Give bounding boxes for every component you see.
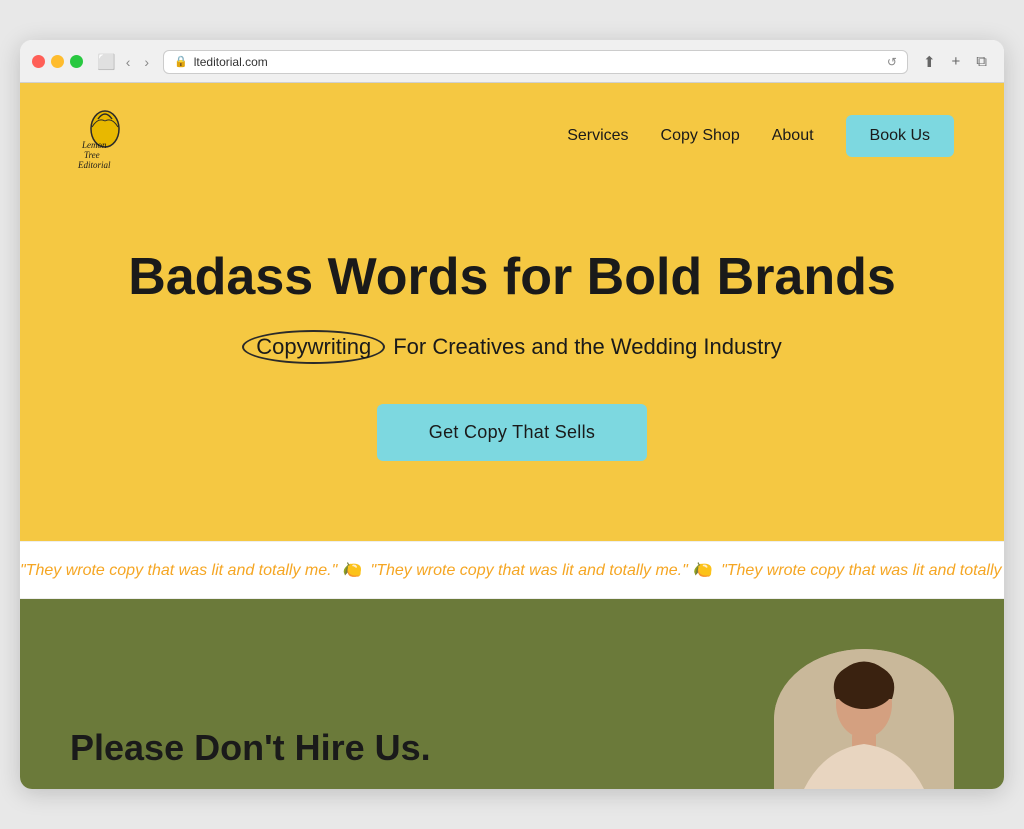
browser-actions: ⬆ + ⧉ bbox=[918, 51, 992, 73]
hero-section: Badass Words for Bold Brands Copywriting… bbox=[20, 189, 1004, 541]
tabs-button[interactable]: ⧉ bbox=[971, 51, 992, 72]
green-section: Please Don't Hire Us. bbox=[20, 599, 1004, 789]
new-tab-button[interactable]: + bbox=[947, 51, 966, 72]
marquee-text: "They wrote copy that was lit and totall… bbox=[20, 560, 1004, 580]
hero-subtitle-rest: For Creatives and the Wedding Industry bbox=[393, 334, 781, 360]
forward-button[interactable]: › bbox=[140, 52, 153, 72]
url-text: lteditorial.com bbox=[194, 55, 268, 69]
nav-services[interactable]: Services bbox=[567, 127, 628, 145]
nav-about[interactable]: About bbox=[772, 127, 814, 145]
browser-chrome: ⬜ ‹ › 🔒 lteditorial.com ↺ ⬆ + ⧉ bbox=[20, 40, 1004, 83]
hero-subtitle: Copywriting For Creatives and the Weddin… bbox=[70, 330, 954, 364]
close-button[interactable] bbox=[32, 55, 45, 68]
share-button[interactable]: ⬆ bbox=[918, 51, 941, 73]
window-icon: ⬜ bbox=[97, 53, 116, 71]
nav-copy-shop[interactable]: Copy Shop bbox=[661, 127, 740, 145]
nav-links: Services Copy Shop About Book Us bbox=[567, 115, 954, 157]
svg-text:Tree: Tree bbox=[84, 150, 100, 160]
site-content: Lemon Tree Editorial Services Copy Shop … bbox=[20, 83, 1004, 789]
please-dont-heading: Please Don't Hire Us. bbox=[70, 727, 431, 789]
book-us-button[interactable]: Book Us bbox=[846, 115, 954, 157]
logo-svg: Lemon Tree Editorial bbox=[70, 101, 140, 171]
address-bar[interactable]: 🔒 lteditorial.com ↺ bbox=[163, 50, 908, 74]
logo-area: Lemon Tree Editorial bbox=[70, 101, 140, 171]
maximize-button[interactable] bbox=[70, 55, 83, 68]
copywriting-highlight: Copywriting bbox=[242, 330, 385, 364]
cta-button[interactable]: Get Copy That Sells bbox=[377, 404, 647, 461]
security-icon: 🔒 bbox=[174, 55, 188, 68]
navbar: Lemon Tree Editorial Services Copy Shop … bbox=[20, 83, 1004, 189]
svg-text:Lemon: Lemon bbox=[81, 140, 107, 150]
reload-button[interactable]: ↺ bbox=[887, 55, 897, 69]
person-image bbox=[774, 649, 954, 789]
traffic-lights bbox=[32, 55, 83, 68]
hero-title: Badass Words for Bold Brands bbox=[70, 249, 954, 306]
back-button[interactable]: ‹ bbox=[122, 52, 135, 72]
marquee-strip: "They wrote copy that was lit and totall… bbox=[20, 541, 1004, 599]
browser-window: ⬜ ‹ › 🔒 lteditorial.com ↺ ⬆ + ⧉ bbox=[20, 40, 1004, 789]
person-silhouette bbox=[774, 649, 954, 789]
browser-controls: ⬜ ‹ › bbox=[97, 52, 153, 72]
svg-text:Editorial: Editorial bbox=[77, 160, 111, 170]
minimize-button[interactable] bbox=[51, 55, 64, 68]
